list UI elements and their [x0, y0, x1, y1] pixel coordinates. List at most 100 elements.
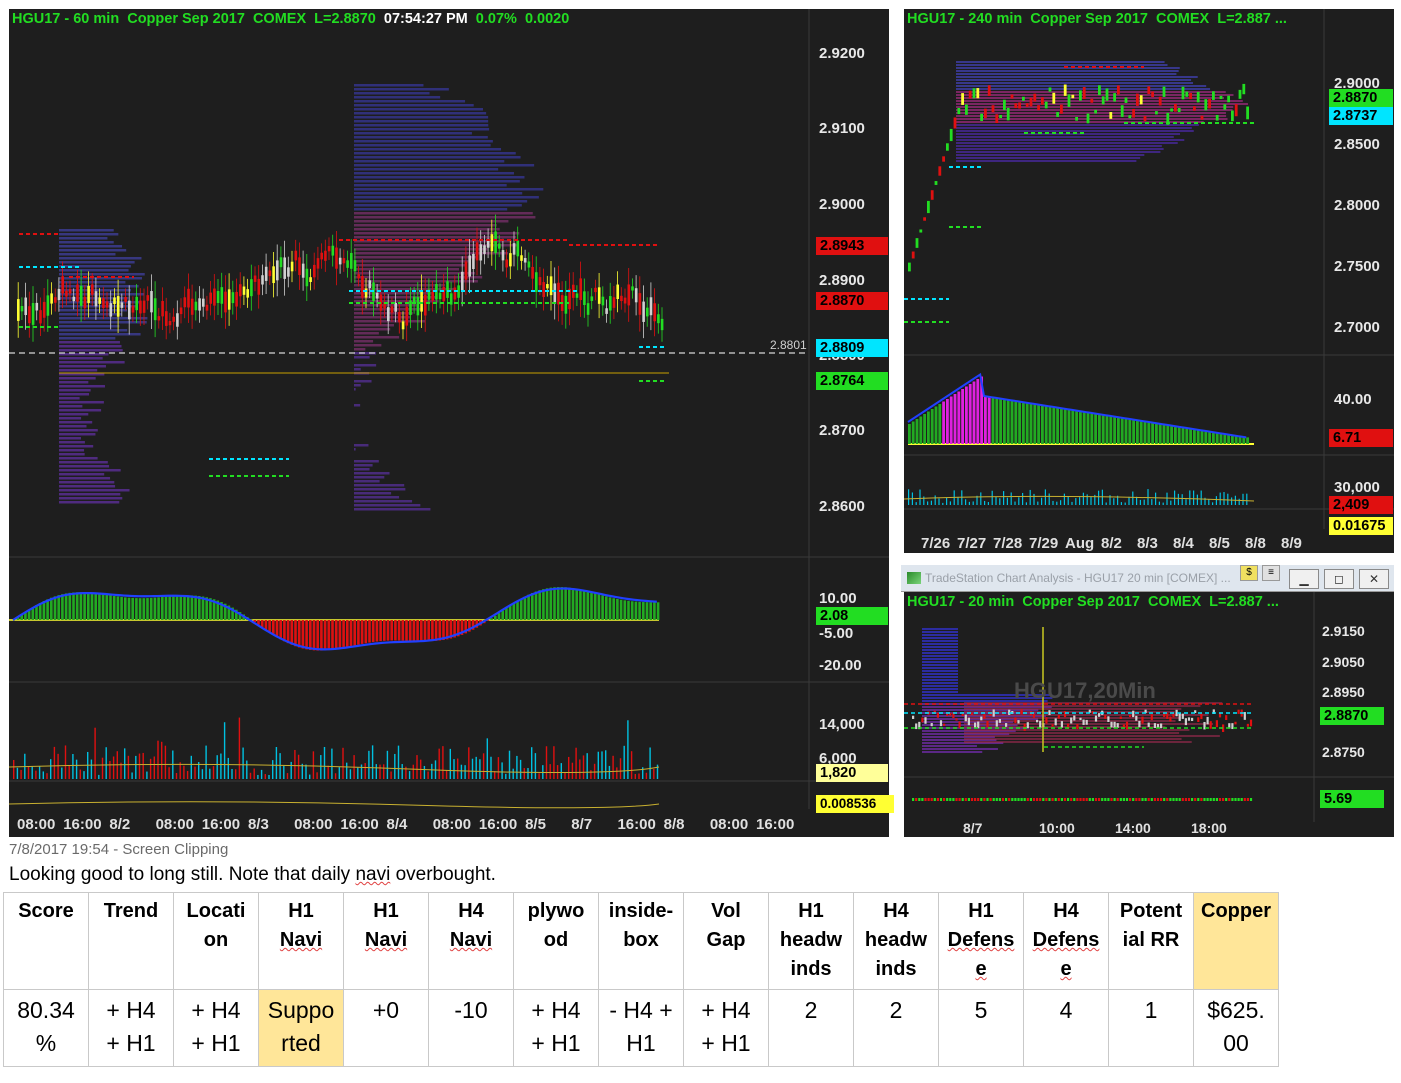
- candle-body: [995, 114, 999, 124]
- time-axis-label: 8/9: [1281, 535, 1302, 552]
- candle-body: [475, 242, 479, 261]
- volume-bar: [564, 772, 566, 779]
- volume-bar: [1170, 500, 1172, 505]
- histogram-bar: [168, 596, 171, 620]
- histogram-bar: [634, 601, 638, 620]
- candle-body: [1060, 721, 1063, 728]
- histogram-bar: [1056, 407, 1059, 444]
- window-title-bar[interactable]: TradeStation Chart Analysis - HGU17 20 m…: [901, 565, 1394, 592]
- histogram-bar: [1163, 798, 1166, 801]
- candle-body: [146, 295, 150, 301]
- volume-profile-bar: [354, 208, 508, 211]
- volume-profile-bar: [354, 316, 411, 319]
- candle-body: [943, 723, 946, 726]
- candle-body: [327, 246, 331, 252]
- volume-profile-bar: [956, 61, 1165, 63]
- histogram-bar: [1067, 409, 1071, 444]
- candle-body: [1124, 97, 1128, 103]
- histogram-bar: [1120, 417, 1124, 444]
- volume-profile-bar: [956, 130, 1194, 132]
- volume-profile-bar: [956, 85, 1207, 87]
- m20-chart-panel[interactable]: HGU17 - 20 min Copper Sep 2017 COMEX L=2…: [904, 592, 1394, 837]
- histogram-bar: [1125, 798, 1129, 801]
- time-axis-label: 18:00: [1191, 820, 1227, 836]
- volume-bar: [357, 767, 359, 779]
- h4-vol-tag: 2,409: [1329, 496, 1393, 514]
- histogram-bar: [1079, 798, 1082, 801]
- candle-body: [390, 306, 394, 313]
- candle-body: [1227, 95, 1230, 103]
- h4-chart-panel[interactable]: HGU17 - 240 min Copper Sep 2017 COMEX L=…: [904, 9, 1394, 553]
- volume-bar: [653, 768, 655, 779]
- time-axis-label: 8/3: [1137, 535, 1158, 552]
- main-price-tag-red: 2.8870: [816, 292, 888, 310]
- main-chart-panel[interactable]: HGU17 - 60 min Copper Sep 2017 COMEX L=2…: [9, 9, 894, 837]
- histogram-bar: [1197, 798, 1200, 801]
- histogram-bar: [961, 798, 964, 801]
- histogram-bar: [1045, 798, 1048, 801]
- volume-profile-bar: [354, 192, 523, 195]
- volume-bar: [460, 764, 463, 779]
- histogram-bar: [976, 379, 980, 444]
- menu-icon[interactable]: ≡: [1262, 565, 1280, 581]
- volume-bar: [272, 760, 274, 779]
- histogram-bar: [186, 595, 190, 620]
- candle-body: [150, 291, 153, 313]
- candle-body: [1132, 108, 1135, 118]
- candle-body: [1120, 105, 1124, 117]
- histogram-bar: [568, 587, 571, 620]
- histogram-bar: [1060, 408, 1063, 444]
- volume-bar: [294, 749, 296, 779]
- candle-body: [1181, 86, 1185, 100]
- histogram-bar: [1086, 412, 1090, 444]
- histogram-bar: [1063, 408, 1067, 444]
- time-axis-label: 7/26: [921, 535, 951, 552]
- candle-body: [68, 288, 72, 294]
- volume-bar: [516, 755, 518, 779]
- histogram-bar: [508, 605, 512, 620]
- volume-bar: [1075, 498, 1077, 505]
- main-price-label: 2.9100: [819, 120, 865, 137]
- h4-price-label: 2.8500: [1334, 136, 1380, 153]
- histogram-bar: [1033, 403, 1037, 444]
- candle-body: [31, 303, 35, 325]
- histogram-bar: [542, 589, 545, 620]
- candle-body: [623, 297, 627, 304]
- h4-chart-canvas[interactable]: [904, 9, 1394, 553]
- histogram-bar: [974, 798, 977, 801]
- volume-bar: [394, 753, 396, 779]
- volume-bar: [149, 758, 152, 779]
- volume-profile-bar: [354, 444, 369, 447]
- candle-body: [98, 297, 101, 304]
- histogram-bar: [1174, 426, 1177, 444]
- h4-price-label: 2.8000: [1334, 197, 1380, 214]
- time-axis-label: 16:00: [201, 816, 241, 833]
- volume-bar: [246, 760, 248, 779]
- restore-button[interactable]: ◻: [1324, 569, 1354, 589]
- candle-body: [346, 260, 349, 268]
- main-chart-canvas[interactable]: [9, 9, 889, 837]
- volume-profile-bar: [59, 417, 82, 420]
- volume-bar: [79, 769, 81, 779]
- histogram-bar: [346, 620, 349, 648]
- dollar-icon[interactable]: $: [1240, 565, 1258, 581]
- candle-body: [1215, 114, 1219, 121]
- time-axis-label: 8/4: [1173, 535, 1194, 552]
- candle-body: [1185, 91, 1189, 97]
- histogram-bar: [1178, 798, 1181, 801]
- minimize-button[interactable]: ▁: [1289, 569, 1319, 589]
- close-button[interactable]: ✕: [1359, 569, 1389, 589]
- volume-profile-bar: [956, 142, 1178, 144]
- cell-vol-gap: + H4 + H1: [683, 989, 769, 1067]
- histogram-bar: [1088, 798, 1091, 801]
- histogram-bar: [131, 597, 134, 620]
- volume-bar: [64, 745, 67, 779]
- candle-body: [17, 299, 20, 321]
- volume-profile-bar: [59, 465, 110, 468]
- h4-osc-tag: 6.71: [1329, 429, 1393, 447]
- candle-body: [620, 295, 623, 302]
- candle-body: [28, 306, 31, 324]
- candle-body: [509, 253, 512, 267]
- volume-bar: [57, 753, 59, 779]
- volume-profile-bar: [354, 100, 466, 103]
